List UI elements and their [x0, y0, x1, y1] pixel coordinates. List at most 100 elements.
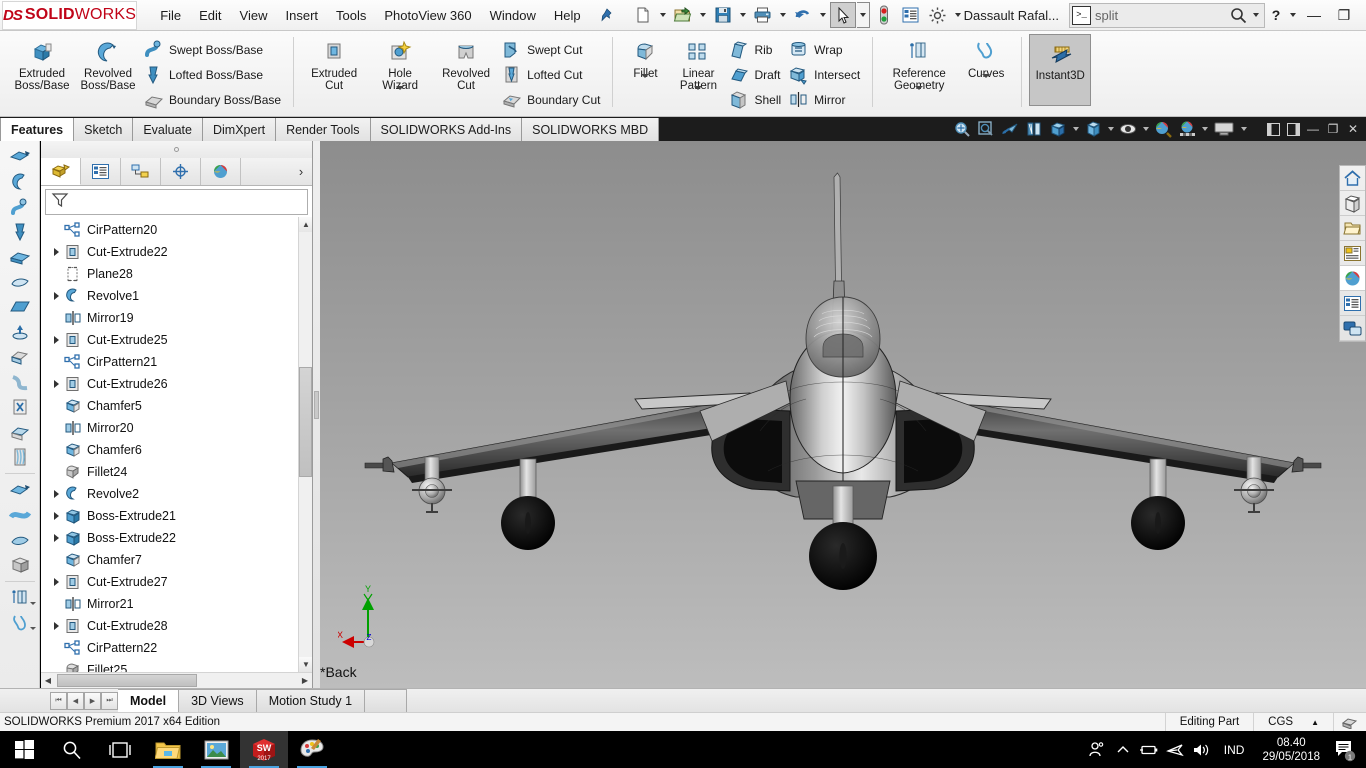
- expand-toggle[interactable]: [49, 615, 63, 637]
- tab-solidworks-mbd[interactable]: SOLIDWORKS MBD: [522, 118, 660, 141]
- swept-surface-tool-icon[interactable]: [4, 195, 36, 219]
- options-gear-button[interactable]: [925, 2, 951, 28]
- file-properties-button[interactable]: [898, 2, 924, 28]
- revolved-surface-tool-icon[interactable]: [4, 170, 36, 194]
- tab-3d-views[interactable]: 3D Views: [179, 689, 257, 712]
- previous-view-icon[interactable]: [999, 118, 1021, 140]
- boundary-boss-base-button[interactable]: Boundary Boss/Base: [141, 88, 286, 111]
- menu-edit[interactable]: Edit: [190, 4, 230, 27]
- tree-item-chamfer7[interactable]: Chamfer7: [41, 549, 312, 571]
- wrap-button[interactable]: Wrap: [786, 38, 865, 61]
- select-tool-button[interactable]: [829, 2, 856, 28]
- intersect-button[interactable]: Intersect: [786, 63, 865, 86]
- tree-item-cirpattern22[interactable]: CirPattern22: [41, 637, 312, 659]
- menu-view[interactable]: View: [231, 4, 277, 27]
- edit-appearance-icon[interactable]: [1152, 118, 1174, 140]
- tree-item-mirror19[interactable]: Mirror19: [41, 307, 312, 329]
- expand-toggle[interactable]: [49, 329, 63, 351]
- shell-button[interactable]: Shell: [726, 88, 786, 111]
- expand-toggle[interactable]: [49, 373, 63, 395]
- expand-toggle[interactable]: [49, 593, 63, 615]
- people-icon[interactable]: [1084, 731, 1110, 768]
- hide-show-items-caret[interactable]: [1141, 118, 1150, 140]
- expand-toggle[interactable]: [49, 241, 63, 263]
- tab-solidworks-addins[interactable]: SOLIDWORKS Add-Ins: [370, 118, 523, 141]
- tree-item-plane28[interactable]: Plane28: [41, 263, 312, 285]
- close-button[interactable]: ✕: [1359, 0, 1366, 31]
- reference-geometry-button[interactable]: Reference Geometry: [880, 33, 958, 92]
- custom-properties-icon[interactable]: [1340, 291, 1365, 316]
- thicken-tool-icon[interactable]: [4, 445, 36, 469]
- expand-toggle[interactable]: [49, 505, 63, 527]
- display-style-caret[interactable]: [1106, 118, 1115, 140]
- scroll-down-arrow[interactable]: ▼: [299, 657, 312, 672]
- view-palette-icon[interactable]: [1340, 266, 1365, 291]
- instant3d-button[interactable]: Instant3D: [1029, 34, 1092, 106]
- tab-render-tools[interactable]: Render Tools: [276, 118, 371, 141]
- battery-icon[interactable]: [1136, 731, 1162, 768]
- lofted-cut-button[interactable]: Lofted Cut: [499, 63, 605, 86]
- file-explorer-taskbar-button[interactable]: [144, 731, 192, 768]
- print-document-caret[interactable]: [777, 2, 789, 28]
- restore-button[interactable]: ❐: [1329, 0, 1359, 31]
- tree-item-mirror20[interactable]: Mirror20: [41, 417, 312, 439]
- expand-toggle[interactable]: [49, 527, 63, 549]
- tree-item-cirpattern20[interactable]: CirPattern20: [41, 219, 312, 241]
- rebuild-button[interactable]: [871, 2, 897, 28]
- show-hidden-icons-chevron[interactable]: [1110, 731, 1136, 768]
- clock[interactable]: 08.40 29/05/2018: [1254, 736, 1328, 764]
- tab-sketch[interactable]: Sketch: [74, 118, 134, 141]
- action-center-icon[interactable]: 1: [1328, 731, 1362, 768]
- search-box[interactable]: >_ split: [1068, 2, 1265, 28]
- display-style-icon[interactable]: [1082, 118, 1104, 140]
- radiate-surface-tool-icon[interactable]: [4, 370, 36, 394]
- fillet-caret[interactable]: [641, 74, 650, 78]
- design-library-icon[interactable]: [1340, 216, 1365, 241]
- tree-item-chamfer5[interactable]: Chamfer5: [41, 395, 312, 417]
- delete-face-tool-icon[interactable]: [4, 395, 36, 419]
- tab-features[interactable]: Features: [0, 118, 75, 141]
- open-document-button[interactable]: [670, 2, 696, 28]
- panel-splitter[interactable]: [313, 141, 320, 688]
- extruded-cut-button[interactable]: Extruded Cut: [301, 33, 367, 92]
- undo-button[interactable]: [790, 2, 816, 28]
- tree-item-mirror21[interactable]: Mirror21: [41, 593, 312, 615]
- extruded-surface-tool-icon[interactable]: [4, 145, 36, 169]
- lofted-surface-tool-icon[interactable]: [4, 220, 36, 244]
- open-document-caret[interactable]: [697, 2, 709, 28]
- split-windows-button[interactable]: [1284, 118, 1302, 140]
- curves-caret[interactable]: [982, 74, 991, 78]
- home-icon[interactable]: [1340, 166, 1365, 191]
- splitter-handle[interactable]: [314, 391, 319, 419]
- new-document-button[interactable]: [630, 2, 656, 28]
- menu-tools[interactable]: Tools: [327, 4, 375, 27]
- feature-tree-list[interactable]: CirPattern20 Cut-Extrude22 Plane28 Revol…: [41, 217, 312, 672]
- graphics-viewport[interactable]: *Back Y X Z: [320, 141, 1366, 688]
- options-caret[interactable]: [952, 2, 964, 28]
- planar-surface-tool-icon[interactable]: [4, 295, 36, 319]
- boundary-cut-button[interactable]: Boundary Cut: [499, 88, 605, 111]
- save-document-caret[interactable]: [737, 2, 749, 28]
- tree-item-boss-extrude22[interactable]: Boss-Extrude22: [41, 527, 312, 549]
- menu-help[interactable]: Help: [545, 4, 590, 27]
- menu-window[interactable]: Window: [481, 4, 545, 27]
- move-face-tool-icon[interactable]: [4, 478, 36, 502]
- tree-item-fillet25[interactable]: Fillet25: [41, 659, 312, 672]
- rib-button[interactable]: Rib: [726, 38, 786, 61]
- expand-toggle[interactable]: [49, 483, 63, 505]
- sketch-overlay-icon[interactable]: [1333, 712, 1366, 732]
- hole-wizard-caret[interactable]: [396, 86, 405, 90]
- linear-pattern-button[interactable]: Linear Pattern: [670, 33, 726, 92]
- fillet-button[interactable]: Fillet: [620, 33, 670, 80]
- prev-tab-button[interactable]: ◀: [67, 691, 84, 710]
- replace-face-tool-icon[interactable]: [4, 420, 36, 444]
- reference-geometry-caret[interactable]: [915, 86, 924, 90]
- help-caret[interactable]: [1287, 2, 1299, 28]
- new-document-caret[interactable]: [657, 2, 669, 28]
- tree-item-fillet24[interactable]: Fillet24: [41, 461, 312, 483]
- view-settings-icon[interactable]: [1211, 118, 1237, 140]
- tree-tabs-more-button[interactable]: ›: [290, 158, 312, 185]
- scroll-left-arrow[interactable]: ◀: [41, 676, 55, 685]
- expand-toggle[interactable]: [49, 571, 63, 593]
- expand-toggle[interactable]: [49, 417, 63, 439]
